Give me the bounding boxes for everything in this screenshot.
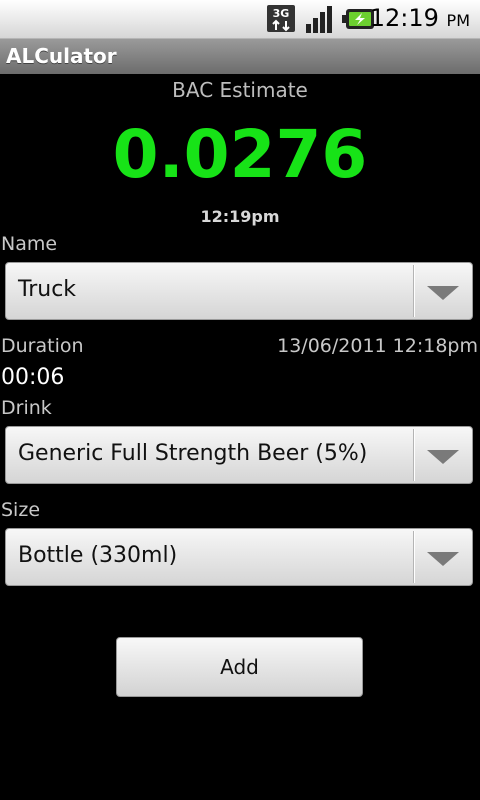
app-title: ALCulator [6,44,117,68]
drink-selected-value: Generic Full Strength Beer (5%) [18,441,368,466]
drink-label: Drink [1,397,52,419]
chevron-down-icon [427,286,459,300]
add-button[interactable]: Add [116,637,363,697]
start-datetime: 13/06/2011 12:18pm [277,335,478,357]
svg-text:3G: 3G [273,7,290,20]
name-label: Name [1,233,58,255]
bac-time: 12:19pm [200,207,280,226]
status-bar: 3G 12:19 PM [0,0,480,38]
signal-icon [306,6,332,33]
spinner-divider [413,265,414,317]
size-spinner[interactable]: Bottle (330ml) [5,528,473,586]
app-title-bar: ALCulator [0,38,480,74]
3g-data-icon: 3G [267,5,295,32]
name-spinner[interactable]: Truck [5,262,473,320]
bac-estimate-label: BAC Estimate [172,78,308,102]
duration-label: Duration [1,335,84,357]
size-selected-value: Bottle (330ml) [18,543,178,568]
name-selected-value: Truck [18,277,77,302]
size-label: Size [1,499,41,521]
duration-value: 00:06 [1,365,65,390]
spinner-divider [413,531,414,583]
chevron-down-icon [427,450,459,464]
status-time: 12:19 PM [369,4,470,32]
chevron-down-icon [427,552,459,566]
spinner-divider [413,429,414,481]
drink-spinner[interactable]: Generic Full Strength Beer (5%) [5,426,473,484]
bac-value: 0.0276 [112,116,368,193]
